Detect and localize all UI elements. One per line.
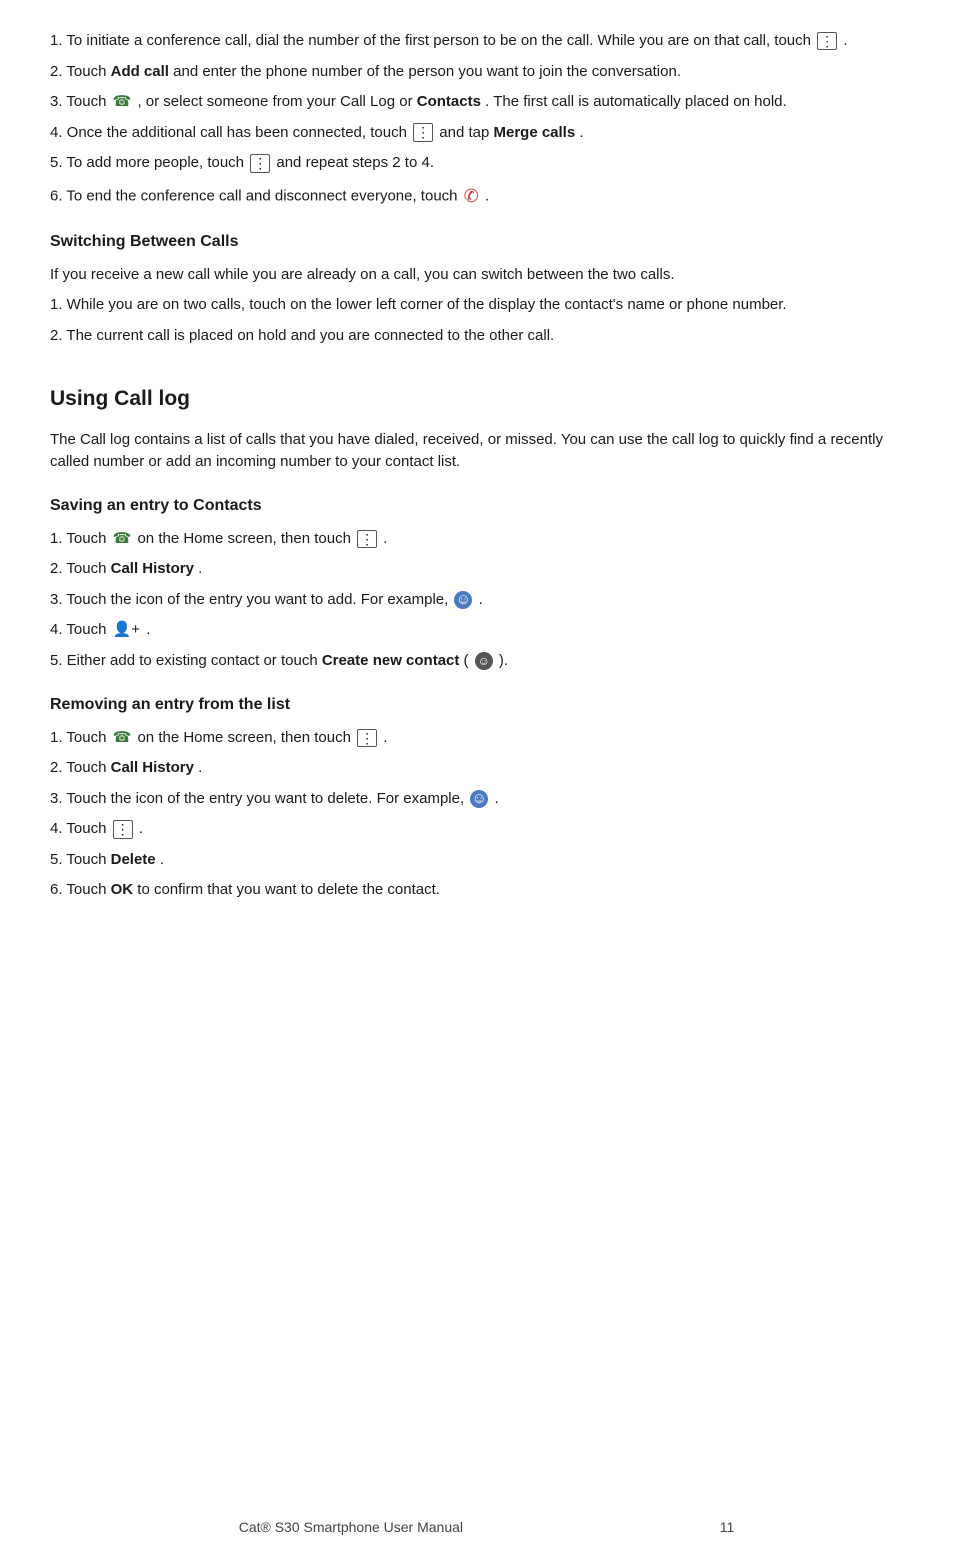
removing-step-4: 4. Touch ⋮ . xyxy=(50,818,923,841)
removing-step-1: 1. Touch ☎ on the Home screen, then touc… xyxy=(50,727,923,750)
person-icon-1: ☺ xyxy=(454,591,472,609)
using-calllog-para: The Call log contains a list of calls th… xyxy=(50,429,923,474)
menu-icon-5: ⋮ xyxy=(357,729,377,748)
removing-heading: Removing an entry from the list xyxy=(50,693,923,717)
menu-icon-3: ⋮ xyxy=(250,154,270,173)
switching-section: Switching Between Calls If you receive a… xyxy=(50,230,923,348)
switching-step-2: 2. The current call is placed on hold an… xyxy=(50,325,923,348)
step-2: 2. Touch Add call and enter the phone nu… xyxy=(50,61,923,84)
footer: Cat® S30 Smartphone User Manual 11 xyxy=(0,1517,973,1538)
conference-call-steps: 1. To initiate a conference call, dial t… xyxy=(50,30,923,210)
saving-section: Saving an entry to Contacts 1. Touch ☎ o… xyxy=(50,494,923,673)
step-1: 1. To initiate a conference call, dial t… xyxy=(50,30,923,53)
menu-icon-6: ⋮ xyxy=(113,820,133,839)
person-icon-2: ☺ xyxy=(470,790,488,808)
step-3: 3. Touch ☎ , or select someone from your… xyxy=(50,91,923,114)
saving-step-2: 2. Touch Call History . xyxy=(50,558,923,581)
switching-heading: Switching Between Calls xyxy=(50,230,923,254)
add-person-icon: 👤+ xyxy=(113,619,140,642)
saving-heading: Saving an entry to Contacts xyxy=(50,494,923,518)
removing-step-3: 3. Touch the icon of the entry you want … xyxy=(50,788,923,811)
menu-icon-4: ⋮ xyxy=(357,530,377,549)
removing-step-5: 5. Touch Delete . xyxy=(50,849,923,872)
step-5: 5. To add more people, touch ⋮ and repea… xyxy=(50,152,923,175)
phone-icon-3: ☎ xyxy=(113,727,132,750)
saving-step-3: 3. Touch the icon of the entry you want … xyxy=(50,589,923,612)
phone-icon-1: ☎ xyxy=(113,91,132,114)
menu-icon-1: ⋮ xyxy=(817,32,837,51)
step1-text: 1. To initiate a conference call, dial t… xyxy=(50,32,811,49)
page-content: 1. To initiate a conference call, dial t… xyxy=(50,30,923,902)
using-calllog-heading: Using Call log xyxy=(50,383,923,415)
saving-step-4: 4. Touch 👤+ . xyxy=(50,619,923,642)
step-4: 4. Once the additional call has been con… xyxy=(50,122,923,145)
create-contact-icon: ☺ xyxy=(475,652,493,670)
step-6: 6. To end the conference call and discon… xyxy=(50,183,923,210)
footer-text: Cat® S30 Smartphone User Manual xyxy=(239,1519,463,1535)
removing-step-6: 6. Touch OK to confirm that you want to … xyxy=(50,879,923,902)
using-call-log-section: Using Call log The Call log contains a l… xyxy=(50,383,923,902)
page-number: 11 xyxy=(720,1519,735,1535)
end-call-icon: ✆ xyxy=(464,183,479,210)
phone-icon-2: ☎ xyxy=(113,528,132,551)
switching-para: If you receive a new call while you are … xyxy=(50,264,923,287)
menu-icon-2: ⋮ xyxy=(413,123,433,142)
removing-step-2: 2. Touch Call History . xyxy=(50,757,923,780)
removing-section: Removing an entry from the list 1. Touch… xyxy=(50,693,923,902)
switching-step-1: 1. While you are on two calls, touch on … xyxy=(50,294,923,317)
saving-step-1: 1. Touch ☎ on the Home screen, then touc… xyxy=(50,528,923,551)
saving-step-5: 5. Either add to existing contact or tou… xyxy=(50,650,923,673)
